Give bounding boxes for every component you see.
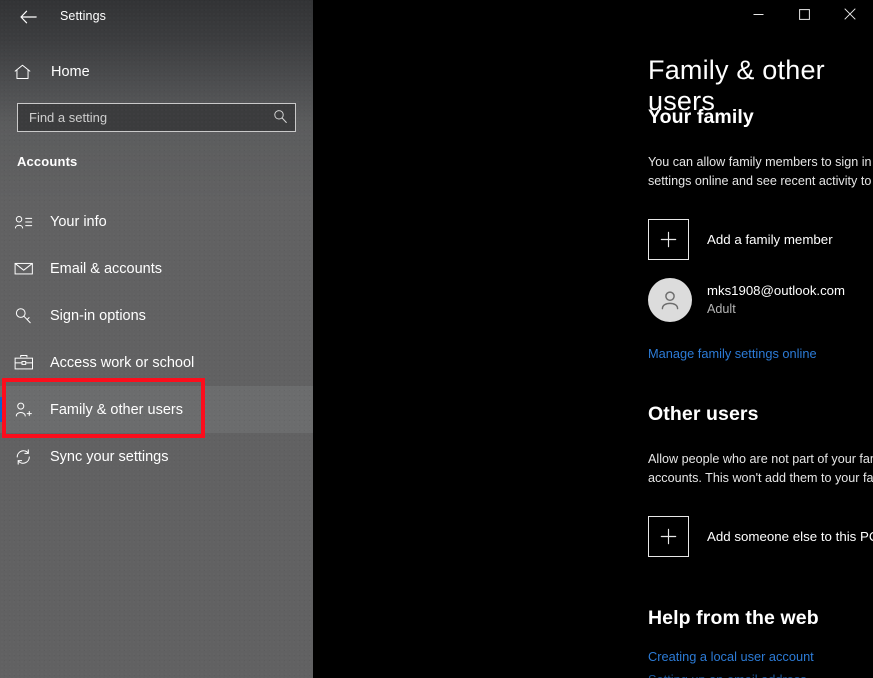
section-heading-help-from-web: Help from the web <box>648 607 819 630</box>
add-family-member-button[interactable]: Add a family member <box>648 219 833 260</box>
sidebar-item-signin-options[interactable]: Sign-in options <box>0 292 313 339</box>
sidebar-section-label: Accounts <box>17 154 77 169</box>
sidebar-item-home[interactable]: Home <box>0 57 313 87</box>
app-title: Settings <box>60 9 106 23</box>
sidebar-item-family-other-users[interactable]: Family & other users <box>0 386 313 433</box>
sidebar-item-label-home: Home <box>51 64 90 80</box>
sidebar: Settings Home Accounts <box>0 0 313 678</box>
sidebar-item-email-accounts[interactable]: Email & accounts <box>0 245 313 292</box>
family-member-row[interactable]: mks1908@outlook.com Adult <box>648 278 873 322</box>
help-link-secondary[interactable]: Setting up an email address <box>648 672 807 678</box>
sidebar-item-label: Your info <box>50 214 107 230</box>
back-button[interactable] <box>8 2 48 32</box>
search-box[interactable] <box>17 103 296 132</box>
sidebar-item-sync-your-settings[interactable]: Sync your settings <box>0 433 313 480</box>
sidebar-item-label: Access work or school <box>50 355 194 371</box>
envelope-icon <box>14 258 38 280</box>
briefcase-icon <box>14 352 38 374</box>
family-member-name: mks1908@outlook.com <box>707 282 845 299</box>
section-heading-other-users: Other users <box>648 403 759 426</box>
settings-window: Settings Home Accounts <box>0 0 873 678</box>
sidebar-item-access-work-school[interactable]: Access work or school <box>0 339 313 386</box>
maximize-icon <box>799 8 810 23</box>
family-member-role: Adult <box>707 301 845 318</box>
sync-icon <box>14 446 38 468</box>
sidebar-item-label: Sign-in options <box>50 308 146 324</box>
sidebar-item-your-info[interactable]: Your info <box>0 198 313 245</box>
your-family-description: You can allow family members to sign in … <box>648 153 873 190</box>
sidebar-item-label: Email & accounts <box>50 261 162 277</box>
main-content: Family & other users Your family You can… <box>313 0 873 678</box>
add-person-icon <box>14 399 38 421</box>
person-avatar-icon <box>648 278 692 322</box>
add-someone-else-button[interactable]: Add someone else to this PC <box>648 516 873 557</box>
sidebar-nav-list: Your info Email & accounts <box>0 198 313 480</box>
window-controls <box>735 0 873 31</box>
help-link-creating-local-user-account[interactable]: Creating a local user account <box>648 649 814 664</box>
search-input[interactable] <box>18 110 265 125</box>
sidebar-item-label: Family & other users <box>50 402 183 418</box>
back-arrow-icon <box>20 10 37 24</box>
user-card-icon <box>14 211 38 233</box>
search-icon <box>273 109 288 127</box>
add-family-member-label: Add a family member <box>707 232 833 247</box>
manage-family-settings-link[interactable]: Manage family settings online <box>648 346 817 361</box>
minimize-button[interactable] <box>735 0 781 31</box>
search-button[interactable] <box>265 104 295 131</box>
section-heading-your-family: Your family <box>648 106 754 129</box>
plus-icon <box>648 219 689 260</box>
maximize-button[interactable] <box>781 0 827 31</box>
add-someone-else-label: Add someone else to this PC <box>707 529 873 544</box>
home-icon <box>14 64 40 80</box>
family-member-info: mks1908@outlook.com Adult <box>707 282 845 318</box>
key-icon <box>14 305 38 327</box>
sidebar-item-label: Sync your settings <box>50 449 168 465</box>
selection-indicator <box>0 397 4 422</box>
other-users-description: Allow people who are not part of your fa… <box>648 450 873 487</box>
plus-icon <box>648 516 689 557</box>
close-icon <box>844 8 856 23</box>
close-button[interactable] <box>827 0 873 31</box>
minimize-icon <box>753 8 764 23</box>
